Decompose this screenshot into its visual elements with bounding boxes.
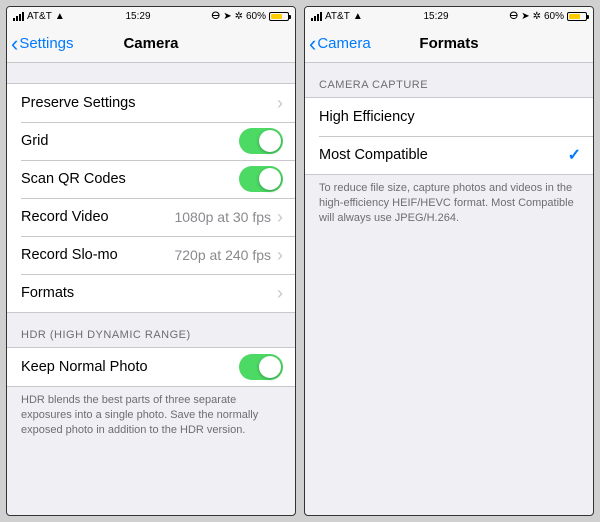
row-record-video[interactable]: Record Video 1080p at 30 fps › xyxy=(7,198,295,236)
location-icon: ➤ xyxy=(521,11,529,22)
wifi-icon: ▲ xyxy=(353,11,363,22)
row-preserve-settings[interactable]: Preserve Settings › xyxy=(7,84,295,122)
page-title: Camera xyxy=(123,35,178,52)
screen-formats: AT&T ▲ 15:29 ⴱ ➤ ✲ 60% ‹ Camera Formats … xyxy=(304,6,594,516)
row-label: Record Video xyxy=(21,209,109,225)
row-detail: 720p at 240 fps xyxy=(174,247,271,263)
row-formats[interactable]: Formats › xyxy=(7,274,295,312)
battery-percent-label: 60% xyxy=(246,11,266,22)
status-bar: AT&T ▲ 15:29 ⴱ ➤ ✲ 60% xyxy=(305,7,593,25)
row-detail: 1080p at 30 fps xyxy=(174,209,271,225)
row-label: Preserve Settings xyxy=(21,95,135,111)
alarm-icon: ⴱ xyxy=(211,11,220,22)
nav-bar: ‹ Camera Formats xyxy=(305,25,593,63)
back-button[interactable]: ‹ Camera xyxy=(309,33,371,55)
content-area: CAMERA CAPTURE High Efficiency Most Comp… xyxy=(305,63,593,515)
bluetooth-icon: ✲ xyxy=(533,11,541,22)
section-footer-capture: To reduce file size, capture photos and … xyxy=(305,175,593,236)
settings-group-capture: High Efficiency Most Compatible ✓ xyxy=(305,97,593,175)
back-label: Camera xyxy=(317,35,370,52)
row-grid: Grid xyxy=(7,122,295,160)
status-bar: AT&T ▲ 15:29 ⴱ ➤ ✲ 60% xyxy=(7,7,295,25)
wifi-icon: ▲ xyxy=(55,11,65,22)
row-label: Scan QR Codes xyxy=(21,171,126,187)
row-label: Grid xyxy=(21,133,48,149)
back-button[interactable]: ‹ Settings xyxy=(11,33,74,55)
checkmark-icon: ✓ xyxy=(568,145,581,165)
chevron-right-icon: › xyxy=(277,283,283,304)
content-area: Preserve Settings › Grid Scan QR Codes R… xyxy=(7,63,295,515)
nav-bar: ‹ Settings Camera xyxy=(7,25,295,63)
alarm-icon: ⴱ xyxy=(509,11,518,22)
row-label: Formats xyxy=(21,285,74,301)
row-keep-normal-photo: Keep Normal Photo xyxy=(7,348,295,386)
section-header-hdr: HDR (HIGH DYNAMIC RANGE) xyxy=(7,313,295,347)
section-header-camera-capture: CAMERA CAPTURE xyxy=(305,63,593,97)
row-label: Keep Normal Photo xyxy=(21,359,148,375)
grid-toggle[interactable] xyxy=(239,128,283,154)
signal-icon xyxy=(311,12,322,21)
keep-normal-photo-toggle[interactable] xyxy=(239,354,283,380)
chevron-right-icon: › xyxy=(277,93,283,114)
settings-group-hdr: Keep Normal Photo xyxy=(7,347,295,387)
battery-icon xyxy=(269,12,289,21)
signal-icon xyxy=(13,12,24,21)
scan-qr-toggle[interactable] xyxy=(239,166,283,192)
row-label: High Efficiency xyxy=(319,109,415,125)
battery-icon xyxy=(567,12,587,21)
chevron-left-icon: ‹ xyxy=(11,33,18,55)
row-label: Most Compatible xyxy=(319,147,428,163)
section-footer-hdr: HDR blends the best parts of three separ… xyxy=(7,387,295,448)
row-most-compatible[interactable]: Most Compatible ✓ xyxy=(305,136,593,174)
carrier-label: AT&T xyxy=(27,11,52,22)
page-title: Formats xyxy=(419,35,478,52)
row-scan-qr-codes: Scan QR Codes xyxy=(7,160,295,198)
battery-percent-label: 60% xyxy=(544,11,564,22)
screen-camera-settings: AT&T ▲ 15:29 ⴱ ➤ ✲ 60% ‹ Settings Camera… xyxy=(6,6,296,516)
clock-label: 15:29 xyxy=(424,11,449,22)
row-label: Record Slo-mo xyxy=(21,247,118,263)
chevron-right-icon: › xyxy=(277,207,283,228)
chevron-right-icon: › xyxy=(277,245,283,266)
chevron-left-icon: ‹ xyxy=(309,33,316,55)
row-high-efficiency[interactable]: High Efficiency xyxy=(305,98,593,136)
back-label: Settings xyxy=(19,35,73,52)
location-icon: ➤ xyxy=(223,11,231,22)
row-record-slomo[interactable]: Record Slo-mo 720p at 240 fps › xyxy=(7,236,295,274)
carrier-label: AT&T xyxy=(325,11,350,22)
bluetooth-icon: ✲ xyxy=(235,11,243,22)
clock-label: 15:29 xyxy=(126,11,151,22)
settings-group-main: Preserve Settings › Grid Scan QR Codes R… xyxy=(7,83,295,313)
